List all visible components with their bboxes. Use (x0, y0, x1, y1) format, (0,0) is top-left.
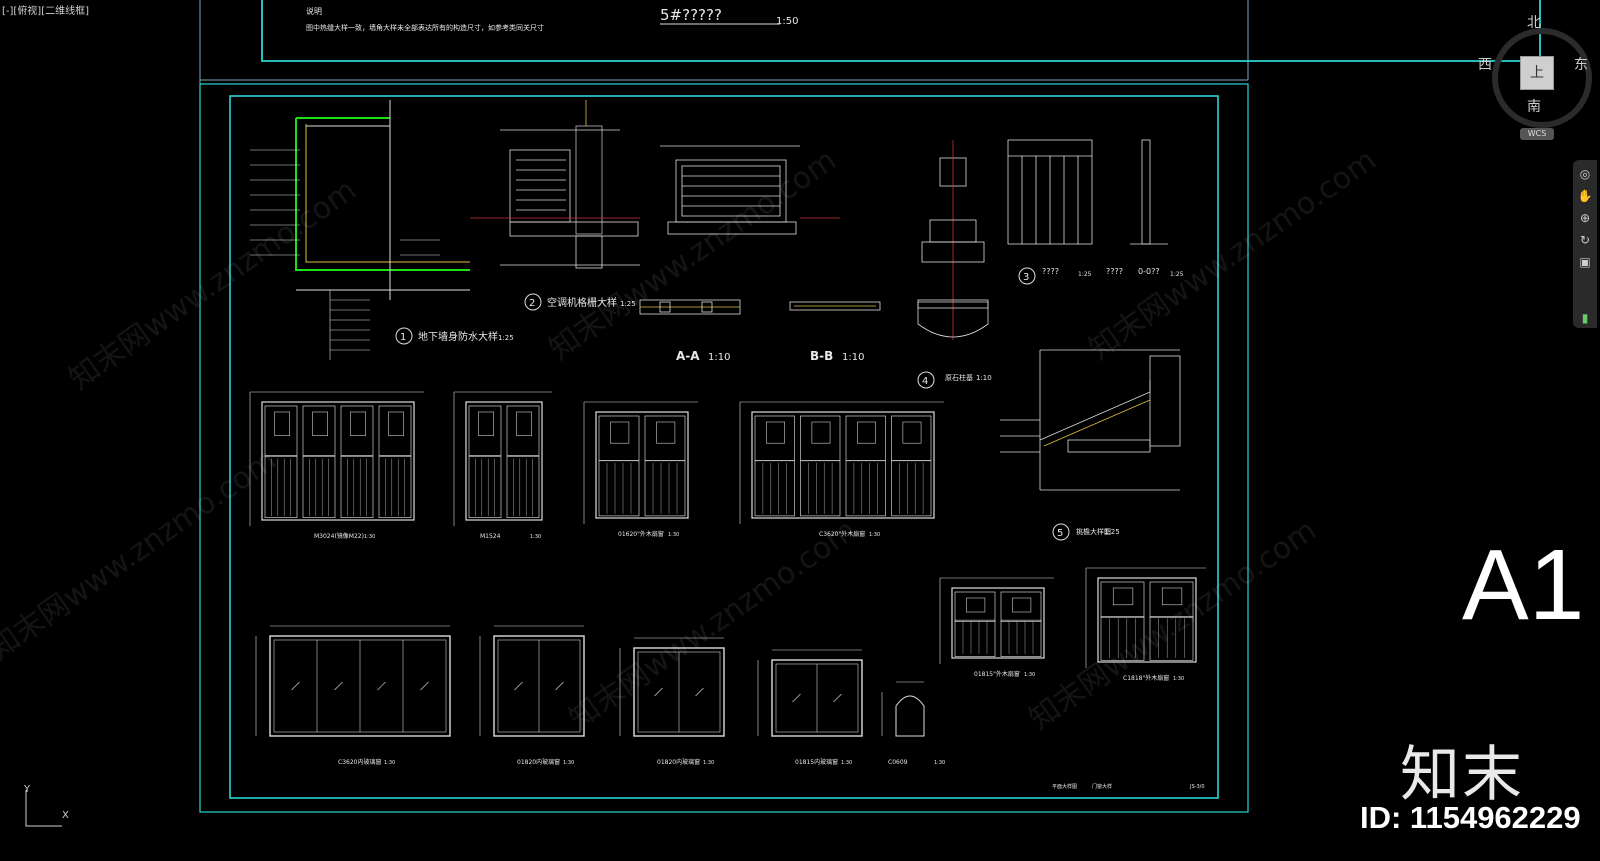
detail-1-scale: 1:25 (498, 334, 514, 342)
detail-4-scale: 1:10 (976, 374, 992, 382)
steering-wheel-icon[interactable]: ◎ (1577, 166, 1593, 182)
detail-3-sub2: 0-0?? (1138, 267, 1160, 276)
window-scale: 1:30 (563, 760, 574, 766)
viewcube-west[interactable]: 西 (1478, 54, 1492, 74)
window-label: 01820内玻璃窗 (657, 758, 700, 766)
note-title: 说明 (306, 6, 322, 16)
detail-1-num: 1 (400, 332, 406, 343)
detail-4-title: 原石柱基 (945, 373, 973, 382)
detail-2-num: 2 (529, 298, 535, 309)
section-bb (789, 301, 881, 311)
detail-4-num: 4 (922, 376, 928, 387)
orbit-icon[interactable]: ↻ (1577, 232, 1593, 248)
section-bb-scale: 1:10 (842, 352, 864, 363)
viewcube-north[interactable]: 北 (1527, 12, 1541, 32)
ucs-x-label: X (62, 810, 69, 821)
window-label: 01620"外木扇窗 (618, 530, 664, 538)
window-scale: 1:30 (869, 532, 880, 538)
asset-id: ID: 1154962229 (1360, 800, 1581, 835)
window-label: 01815内玻璃窗 (795, 758, 838, 766)
window-label: 01815"外木扇窗 (974, 670, 1020, 678)
ucs-icon: Y X (14, 784, 84, 846)
window-label: M1524 (480, 533, 501, 540)
window-scale: 1:30 (384, 760, 395, 766)
sheet-size-badge: A1 (1462, 529, 1585, 641)
sheet-code: JS-3/0 (1189, 784, 1205, 790)
window-label: M3024(镜像M22) (314, 532, 364, 540)
detail-3-title: ???? (1042, 267, 1059, 276)
detail-5-num: 5 (1057, 528, 1063, 539)
window-scale: 1:30 (934, 760, 945, 766)
section-bb-title: B-B (810, 349, 833, 363)
window-scale: 1:30 (1024, 672, 1035, 678)
detail-3-num: 3 (1023, 272, 1029, 283)
window-scale: 1:30 (530, 534, 541, 540)
detail-5-eave (1000, 349, 1181, 491)
window-scale: 1:30 (668, 532, 679, 538)
window-scale: 1:30 (364, 534, 375, 540)
window-elevation: 01620"外木扇窗 1:30 (583, 401, 698, 538)
zoom-icon[interactable]: ⊕ (1577, 210, 1593, 226)
window-elevation: 01815"外木扇窗 1:30 (939, 577, 1054, 678)
drawing-canvas[interactable]: 说明 图中热缝大样一致，墙角大样未全部表达所有的构造尺寸，如参考类同关尺寸 5#… (0, 0, 1600, 861)
viewcube-top-face[interactable]: 上 (1520, 56, 1554, 90)
ucs-y-label: Y (24, 784, 31, 795)
note-body: 图中热缝大样一致，墙角大样未全部表达所有的构造尺寸，如参考类同关尺寸 (306, 23, 544, 32)
detail-3-railing (1007, 139, 1168, 245)
title-block-text-1: 平面大样图 (1052, 783, 1077, 790)
wcs-menu[interactable]: WCS (1520, 128, 1554, 140)
scroll-thumb-icon[interactable]: ▮ (1577, 310, 1593, 326)
showmotion-icon[interactable]: ▣ (1577, 254, 1593, 270)
window-label: 01820内玻璃窗 (517, 758, 560, 766)
viewcube[interactable]: 北 南 东 西 上 WCS (1478, 12, 1592, 142)
viewcube-east[interactable]: 东 (1574, 54, 1588, 74)
section-aa-scale: 1:10 (708, 352, 730, 363)
viewcube-south[interactable]: 南 (1527, 96, 1541, 116)
window-scale: 1:30 (703, 760, 714, 766)
title-block-text-2: 门窗大样 (1092, 783, 1112, 790)
window-scale: 1:30 (1173, 676, 1184, 682)
detail-3-title2: ???? (1106, 267, 1123, 276)
note-ref-scale: 1:50 (776, 16, 798, 27)
window-elevation: C0609 1:30 (881, 681, 945, 766)
detail-4-column-base (917, 140, 989, 340)
detail-5-scale: 1:25 (1104, 528, 1120, 536)
window-elevation: C3620内玻璃窗 1:30 (255, 625, 451, 766)
window-elevation: 01815内玻璃窗 1:30 (757, 649, 863, 766)
window-scale: 1:30 (841, 760, 852, 766)
window-label: C3620内玻璃窗 (338, 758, 381, 766)
section-aa-title: A-A (676, 349, 700, 363)
window-elevation: M1524 1:30 (453, 391, 552, 540)
note-ref: 5#????? (660, 6, 722, 24)
detail-1-title: 地下墙身防水大样 (418, 330, 498, 343)
detail-3-scale: 1:25 (1078, 271, 1092, 278)
navigation-bar[interactable]: ◎ ✋ ⊕ ↻ ▣ ▮ (1573, 160, 1597, 328)
window-label: C0609 (888, 759, 908, 766)
pan-icon[interactable]: ✋ (1577, 188, 1593, 204)
detail-2-grille (470, 100, 640, 269)
